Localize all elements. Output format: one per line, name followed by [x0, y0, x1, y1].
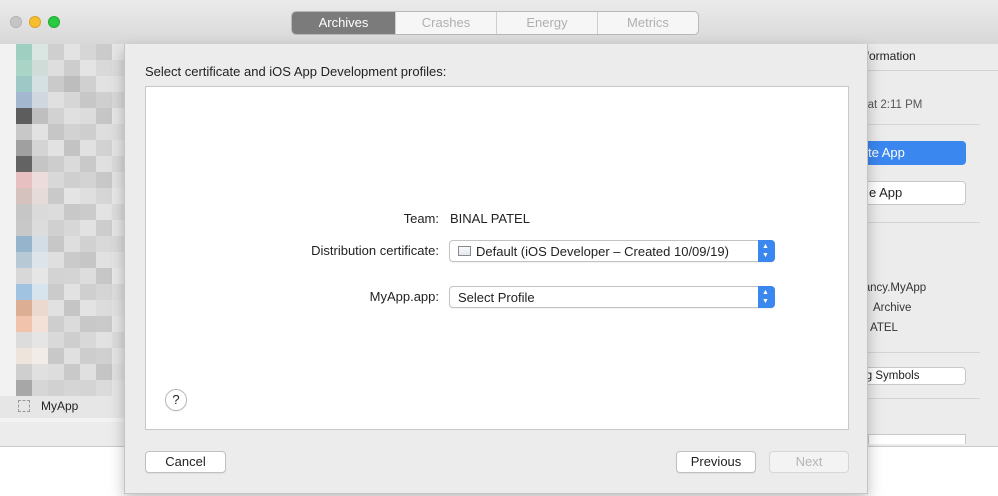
archive-info-pane: nformation 9 at 2:11 PM te App e App can… — [853, 44, 998, 444]
profile-value: Select Profile — [458, 290, 535, 305]
team-label: Team: — [403, 211, 439, 226]
certificate-label: Distribution certificate: — [311, 243, 439, 258]
archive-type: Archive — [873, 302, 912, 314]
popup-chevrons-icon: ▲ ▼ — [758, 240, 775, 262]
title-bar: Archives Crashes Energy Metrics — [0, 0, 998, 45]
divider — [868, 222, 980, 223]
distribute-app-button[interactable]: te App — [858, 141, 966, 165]
sheet-prompt: Select certificate and iOS App Developme… — [145, 64, 447, 79]
previous-button[interactable]: Previous — [676, 451, 756, 473]
pixelated-column — [80, 44, 96, 412]
tab-energy[interactable]: Energy — [496, 12, 597, 34]
divider — [868, 352, 980, 353]
next-button[interactable]: Next — [769, 451, 849, 473]
app-name: MyApp — [41, 399, 79, 413]
pixelated-column — [64, 44, 80, 412]
distribute-app-label: te App — [868, 145, 905, 160]
organizer-tabs: Archives Crashes Energy Metrics — [291, 11, 699, 35]
certificate-value: Default (iOS Developer – Created 10/09/1… — [476, 244, 729, 259]
bundle-identifier: cancy.MyApp — [858, 282, 927, 294]
description-field[interactable] — [868, 434, 966, 444]
divider — [868, 398, 980, 399]
info-header: nformation — [859, 44, 998, 71]
cancel-button[interactable]: Cancel — [145, 451, 226, 473]
tab-archives[interactable]: Archives — [292, 12, 395, 34]
signing-panel: Team: BINAL PATEL Distribution certifica… — [145, 86, 849, 430]
help-button[interactable]: ? — [165, 389, 187, 411]
archive-source-item[interactable]: MyApp — [0, 396, 124, 418]
pixelated-column — [32, 44, 48, 412]
certificate-icon — [458, 246, 471, 256]
archive-list-pixelated — [0, 44, 128, 422]
profile-popup[interactable]: Select Profile ▲ ▼ — [449, 286, 775, 308]
distribution-sheet: Select certificate and iOS App Developme… — [124, 44, 868, 494]
validate-app-label: e App — [869, 185, 903, 200]
validate-app-button[interactable]: e App — [858, 181, 966, 205]
pixelated-column — [16, 44, 32, 412]
certificate-popup[interactable]: Default (iOS Developer – Created 10/09/1… — [449, 240, 775, 262]
profile-label: MyApp.app: — [369, 289, 439, 304]
tab-crashes[interactable]: Crashes — [395, 12, 496, 34]
divider — [868, 124, 980, 125]
pixelated-column — [48, 44, 64, 412]
zoom-window-button[interactable] — [48, 16, 60, 28]
minimize-window-button[interactable] — [29, 16, 41, 28]
pixelated-column — [96, 44, 112, 412]
download-debug-symbols-button[interactable]: bug Symbols — [853, 367, 966, 385]
tab-metrics[interactable]: Metrics — [597, 12, 698, 34]
team-value: BINAL PATEL — [450, 211, 530, 226]
close-window-button[interactable] — [10, 16, 22, 28]
archive-team: ATEL — [870, 322, 898, 334]
popup-chevrons-icon: ▲ ▼ — [758, 286, 775, 308]
app-placeholder-icon — [18, 400, 30, 412]
